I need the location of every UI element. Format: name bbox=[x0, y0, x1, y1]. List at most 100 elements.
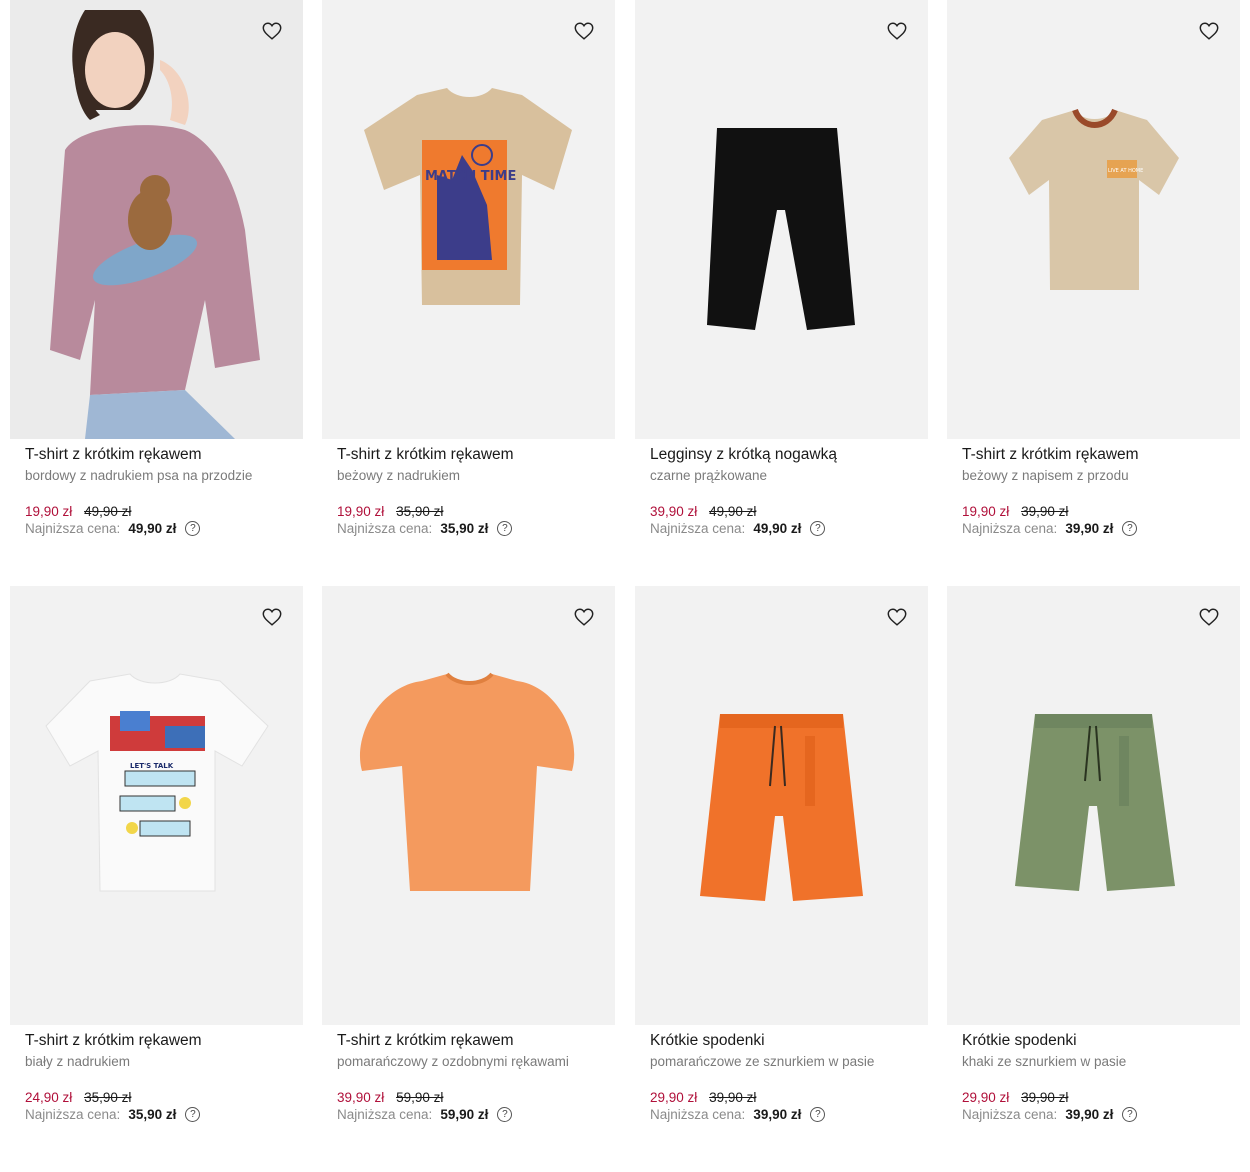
product-card[interactable]: Krótkie spodenki pomarańczowe ze sznurki… bbox=[635, 586, 928, 1123]
product-name[interactable]: T-shirt z krótkim rękawem bbox=[25, 1032, 303, 1050]
sale-price: 19,90 zł bbox=[25, 504, 73, 519]
product-card[interactable]: MATCH TIME T-shirt z krótkim rękawem beż… bbox=[322, 0, 615, 537]
help-icon[interactable]: ? bbox=[810, 1107, 826, 1122]
help-icon[interactable]: ? bbox=[1122, 521, 1138, 536]
heart-icon[interactable] bbox=[1198, 20, 1220, 42]
sale-price: 24,90 zł bbox=[25, 1090, 73, 1105]
product-card[interactable]: T-shirt z krótkim rękawem pomarańczowy z… bbox=[322, 586, 615, 1123]
lowest-price-label: Najniższa cena: bbox=[650, 1107, 746, 1122]
lowest-price-row: Najniższa cena: 35,90 zł ? bbox=[337, 520, 615, 537]
help-icon[interactable]: ? bbox=[497, 1107, 513, 1122]
old-price: 39,90 zł bbox=[1021, 1090, 1069, 1105]
lowest-price-row: Najniższa cena: 35,90 zł ? bbox=[25, 1106, 303, 1123]
product-photo-black-leggings bbox=[707, 128, 855, 330]
product-name[interactable]: T-shirt z krótkim rękawem bbox=[962, 446, 1240, 464]
lowest-price-value: 39,90 zł bbox=[1065, 1107, 1114, 1122]
help-icon[interactable]: ? bbox=[185, 521, 201, 536]
product-description: pomarańczowy z ozdobnymi rękawami bbox=[337, 1054, 569, 1069]
product-description: czarne prążkowane bbox=[650, 468, 768, 483]
product-name[interactable]: Krótkie spodenki bbox=[650, 1032, 928, 1050]
heart-icon[interactable] bbox=[886, 20, 908, 42]
product-description: khaki ze sznurkiem w pasie bbox=[962, 1054, 1127, 1069]
heart-icon[interactable] bbox=[261, 20, 283, 42]
price-row: 39,90 zł 59,90 zł bbox=[337, 1089, 615, 1106]
lowest-price-value: 39,90 zł bbox=[753, 1107, 802, 1122]
product-photo-khaki-shorts bbox=[1015, 714, 1175, 891]
product-image[interactable] bbox=[322, 586, 615, 1025]
lowest-price-row: Najniższa cena: 49,90 zł ? bbox=[650, 520, 928, 537]
price-row: 29,90 zł 39,90 zł bbox=[962, 1089, 1240, 1106]
product-name[interactable]: Legginsy z krótką nogawką bbox=[650, 446, 928, 464]
product-image[interactable]: LIVE AT HOME bbox=[947, 0, 1240, 439]
old-price: 49,90 zł bbox=[709, 504, 757, 519]
product-name[interactable]: Krótkie spodenki bbox=[962, 1032, 1240, 1050]
lowest-price-label: Najniższa cena: bbox=[337, 521, 433, 536]
old-price: 39,90 zł bbox=[1021, 504, 1069, 519]
lowest-price-row: Najniższa cena: 49,90 zł ? bbox=[25, 520, 303, 537]
product-description: beżowy z napisem z przodu bbox=[962, 468, 1129, 483]
lowest-price-row: Najniższa cena: 39,90 zł ? bbox=[962, 1106, 1240, 1123]
product-photo-beige-tshirt: MATCH TIME bbox=[364, 88, 572, 305]
product-description: pomarańczowe ze sznurkiem w pasie bbox=[650, 1054, 875, 1069]
lowest-price-value: 49,90 zł bbox=[128, 521, 177, 536]
product-image[interactable] bbox=[635, 586, 928, 1025]
sale-price: 19,90 zł bbox=[962, 504, 1010, 519]
product-image[interactable] bbox=[635, 0, 928, 439]
product-description: bordowy z nadrukiem psa na przodzie bbox=[25, 468, 253, 483]
product-card[interactable]: Legginsy z krótką nogawką czarne prążkow… bbox=[635, 0, 928, 537]
price-row: 19,90 zł 39,90 zł bbox=[962, 503, 1240, 520]
heart-icon[interactable] bbox=[261, 606, 283, 628]
heart-icon[interactable] bbox=[1198, 606, 1220, 628]
product-card[interactable]: LIVE AT HOME T-shirt z krótkim rękawem b… bbox=[947, 0, 1240, 537]
sale-price: 29,90 zł bbox=[962, 1090, 1010, 1105]
lowest-price-label: Najniższa cena: bbox=[25, 1107, 121, 1122]
product-description: biały z nadrukiem bbox=[25, 1054, 131, 1069]
lowest-price-row: Najniższa cena: 59,90 zł ? bbox=[337, 1106, 615, 1123]
product-image[interactable]: LET'S TALK bbox=[10, 586, 303, 1025]
product-card[interactable]: Krótkie spodenki khaki ze sznurkiem w pa… bbox=[947, 586, 1240, 1123]
product-photo-orange-shorts bbox=[700, 714, 863, 901]
help-icon[interactable]: ? bbox=[1122, 1107, 1138, 1122]
product-grid: T-shirt z krótkim rękawem bordowy z nadr… bbox=[0, 0, 1250, 1172]
lowest-price-value: 35,90 zł bbox=[128, 1107, 177, 1122]
product-photo-white-tshirt: LET'S TALK bbox=[45, 673, 269, 892]
product-name[interactable]: T-shirt z krótkim rękawem bbox=[337, 1032, 615, 1050]
lowest-price-label: Najniższa cena: bbox=[337, 1107, 433, 1122]
sale-price: 19,90 zł bbox=[337, 504, 385, 519]
product-photo-orange-puff-tshirt bbox=[359, 672, 575, 891]
lowest-price-label: Najniższa cena: bbox=[25, 521, 121, 536]
old-price: 59,90 zł bbox=[396, 1090, 444, 1105]
price-row: 24,90 zł 35,90 zł bbox=[25, 1089, 303, 1106]
lowest-price-row: Najniższa cena: 39,90 zł ? bbox=[650, 1106, 928, 1123]
lowest-price-label: Najniższa cena: bbox=[962, 1107, 1058, 1122]
sale-price: 39,90 zł bbox=[650, 504, 698, 519]
old-price: 49,90 zł bbox=[84, 504, 132, 519]
heart-icon[interactable] bbox=[573, 20, 595, 42]
product-name[interactable]: T-shirt z krótkim rękawem bbox=[337, 446, 615, 464]
product-image[interactable] bbox=[947, 586, 1240, 1025]
product-image[interactable] bbox=[10, 0, 303, 439]
help-icon[interactable]: ? bbox=[185, 1107, 201, 1122]
product-card[interactable]: LET'S TALK T-shirt z krótkim rękawem bia… bbox=[10, 586, 303, 1123]
price-row: 29,90 zł 39,90 zł bbox=[650, 1089, 928, 1106]
lowest-price-value: 39,90 zł bbox=[1065, 521, 1114, 536]
old-price: 39,90 zł bbox=[709, 1090, 757, 1105]
price-row: 19,90 zł 35,90 zł bbox=[337, 503, 615, 520]
product-photo-beige-baby-tshirt: LIVE AT HOME bbox=[1009, 108, 1179, 290]
product-image[interactable]: MATCH TIME bbox=[322, 0, 615, 439]
product-description: beżowy z nadrukiem bbox=[337, 468, 461, 483]
sale-price: 29,90 zł bbox=[650, 1090, 698, 1105]
help-icon[interactable]: ? bbox=[497, 521, 513, 536]
heart-icon[interactable] bbox=[573, 606, 595, 628]
heart-icon[interactable] bbox=[886, 606, 908, 628]
help-icon[interactable]: ? bbox=[810, 521, 826, 536]
print-lets-talk: LET'S TALK bbox=[130, 762, 174, 770]
print-match-time: MATCH TIME bbox=[425, 169, 516, 184]
old-price: 35,90 zł bbox=[84, 1090, 132, 1105]
product-name[interactable]: T-shirt z krótkim rękawem bbox=[25, 446, 303, 464]
old-price: 35,90 zł bbox=[396, 504, 444, 519]
lowest-price-label: Najniższa cena: bbox=[650, 521, 746, 536]
lowest-price-label: Najniższa cena: bbox=[962, 521, 1058, 536]
product-photo-girl-pink-tshirt bbox=[10, 0, 303, 439]
product-card[interactable]: T-shirt z krótkim rękawem bordowy z nadr… bbox=[10, 0, 303, 537]
